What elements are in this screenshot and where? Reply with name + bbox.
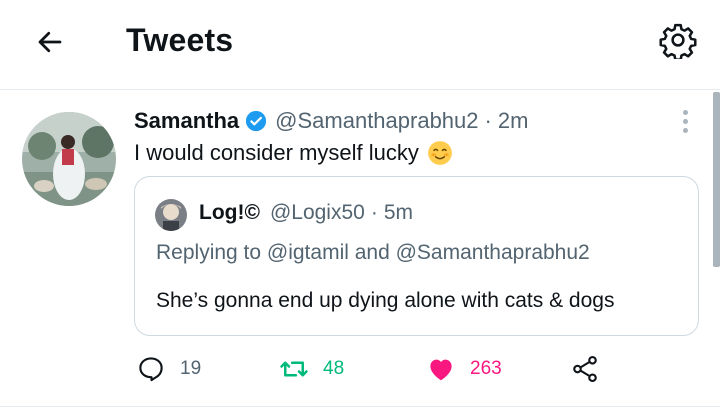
share-button[interactable] [570,354,614,384]
like-count: 263 [470,358,502,379]
more-options-button[interactable] [674,106,696,136]
replying-to-line: Replying to @igtamil and @Samanthaprabhu… [156,241,590,264]
quoted-tweet-time: 5m [383,201,414,224]
quoted-tweet[interactable]: Log!© @Logix50 · 5m Replying to @igtamil… [134,176,699,336]
page-title: Tweets [126,22,234,58]
back-button[interactable] [30,24,70,64]
quoted-avatar[interactable] [155,199,187,231]
smiling-face-emoji-icon [427,140,453,166]
quoted-tweet-header: Log!© @Logix50 · 5m [199,201,413,225]
divider [0,406,720,407]
reply-count: 19 [180,358,202,379]
retweet-icon [279,354,309,384]
like-button[interactable]: 263 [426,354,502,384]
author-name[interactable]: Samantha [134,108,239,134]
separator-dot: · [484,108,492,133]
tweet-actions: 19 48 263 [0,350,720,394]
quoted-tweet-text: She’s gonna end up dying alone with cats… [156,289,615,312]
scrollbar[interactable] [713,92,720,267]
heart-icon [426,354,456,384]
top-app-bar: Tweets [0,0,720,90]
retweet-button[interactable]: 48 [279,354,344,384]
tweet-text: I would consider myself lucky [134,140,453,166]
more-vertical-icon [682,109,688,133]
quoted-separator-dot: · [370,201,378,224]
reply-button[interactable]: 19 [136,354,201,384]
reply-icon [136,354,166,384]
tweet-header: Samantha @Samanthaprabhu2 · 2m [134,108,528,134]
retweet-count: 48 [323,358,345,379]
arrow-left-icon [35,27,65,62]
author-handle[interactable]: @Samanthaprabhu2 [275,108,478,134]
tweet-time[interactable]: 2m [498,108,529,134]
quoted-author-name[interactable]: Log!© [199,201,260,225]
share-icon [570,354,600,384]
verified-badge-icon [245,110,267,132]
settings-button[interactable] [656,20,700,64]
tweet-text-content: I would consider myself lucky [134,140,419,165]
gear-icon [659,21,697,64]
avatar[interactable] [22,112,116,206]
quoted-author-handle[interactable]: @Logix50 [270,201,365,225]
